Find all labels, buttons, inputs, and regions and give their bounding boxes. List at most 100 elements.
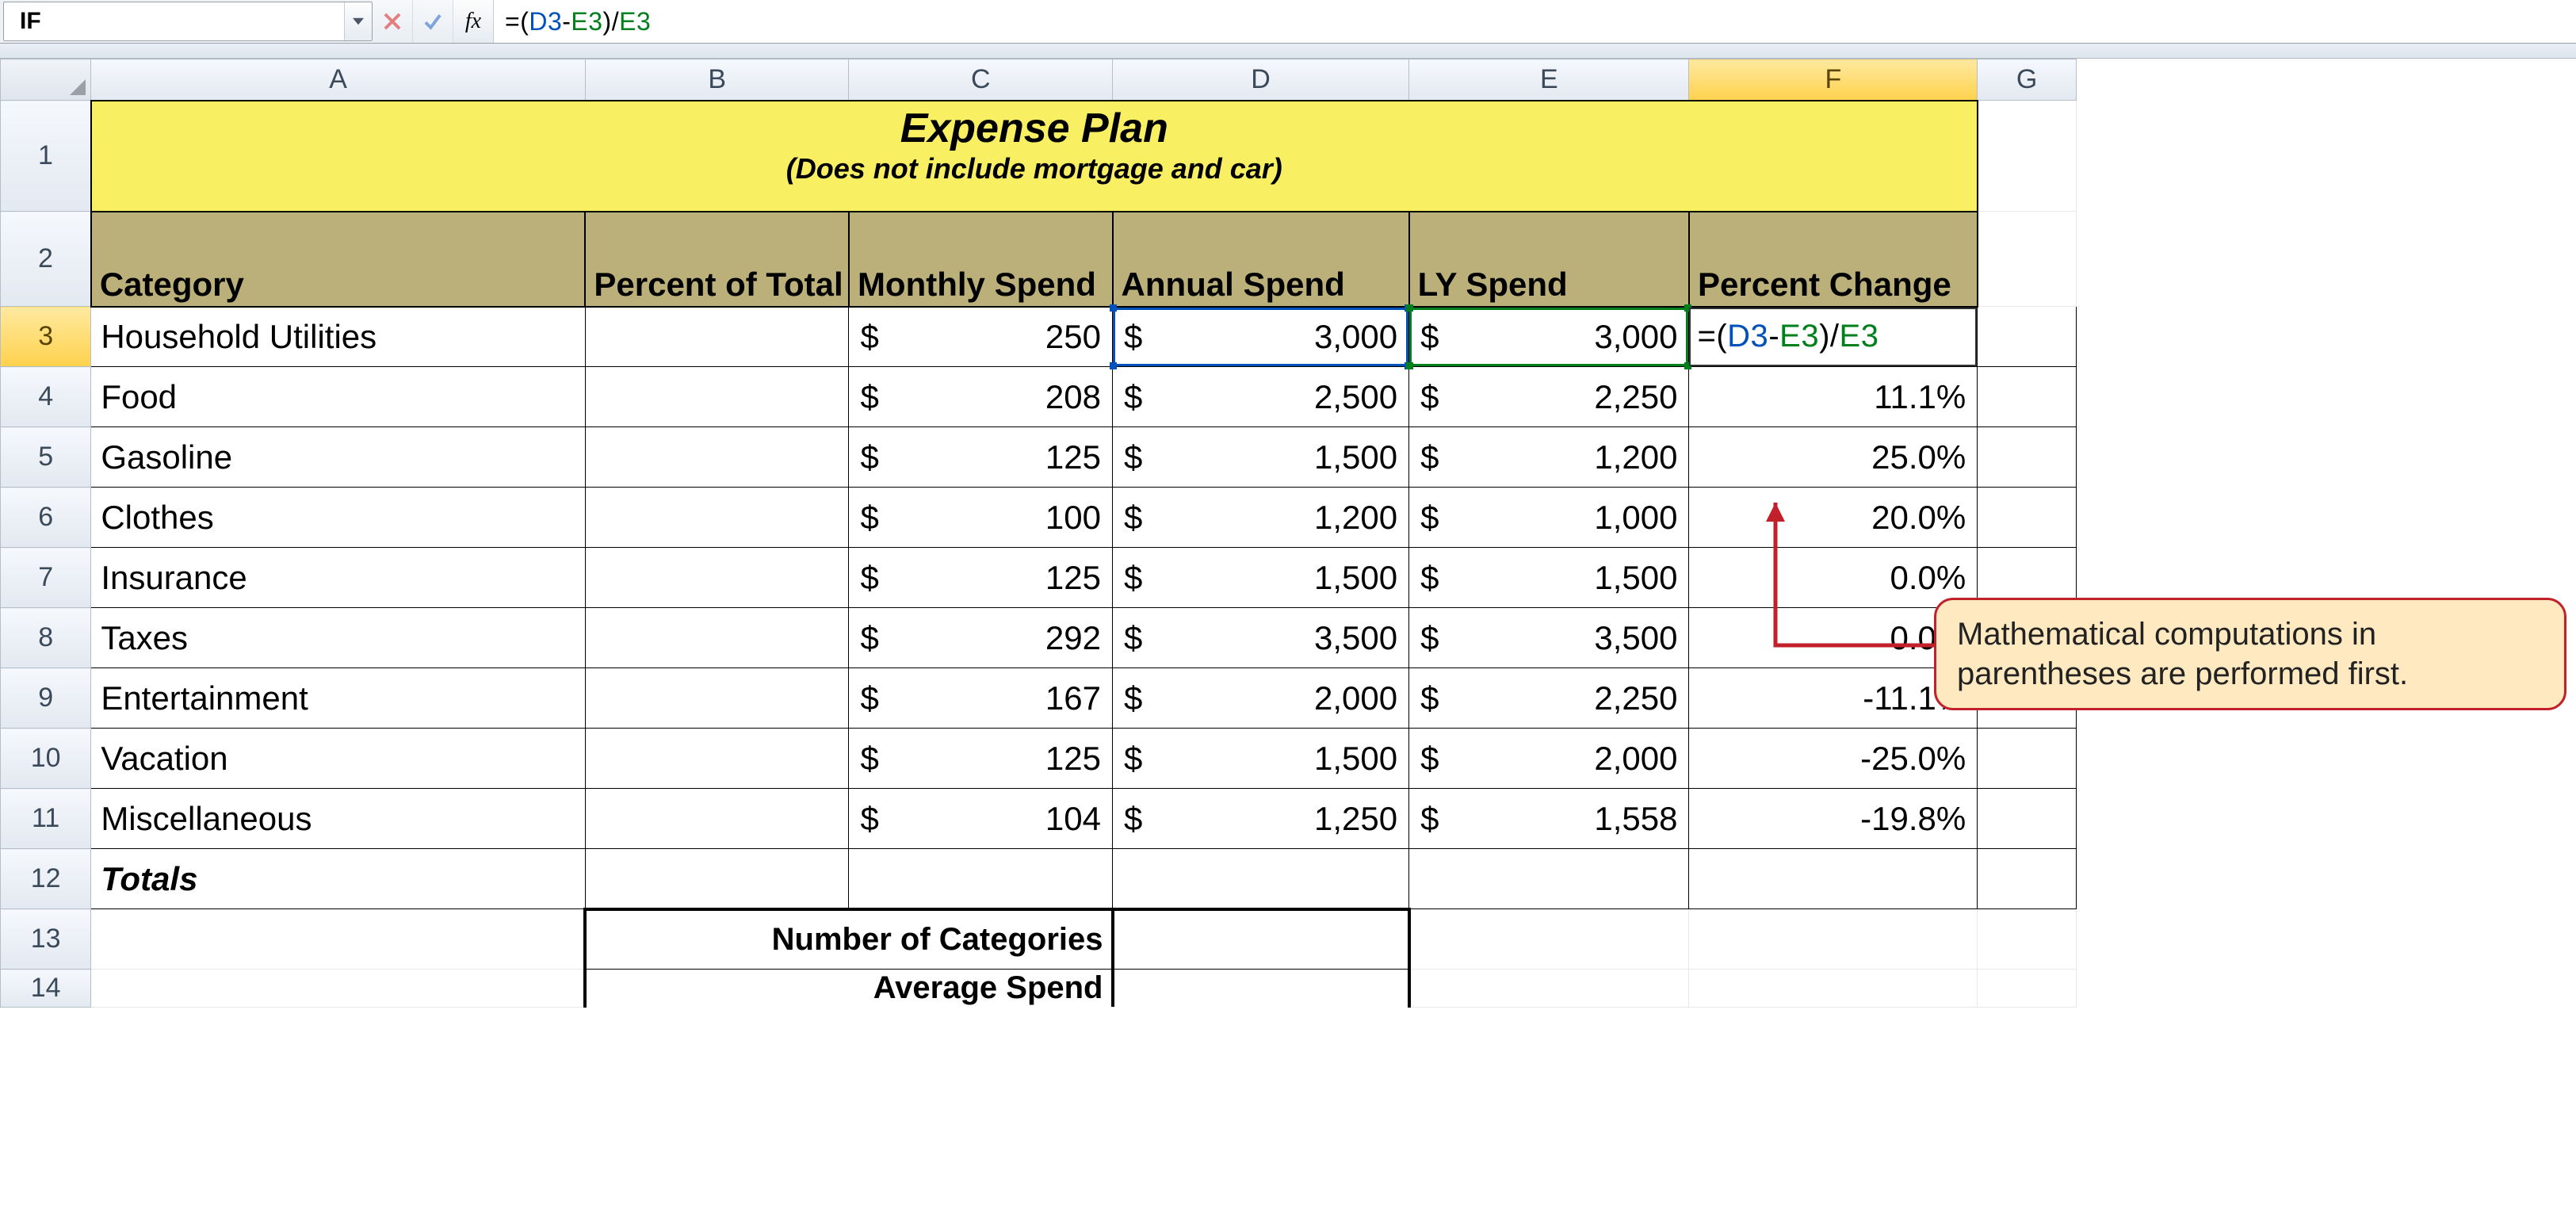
cell-F3[interactable]: =(D3-E3)/E3 [1689,307,1978,367]
header-percent-of-total[interactable]: Percent of Total [585,212,849,307]
cell-B10[interactable] [585,729,849,789]
cell-C6[interactable]: $100 [849,488,1113,548]
cell-A3[interactable]: Household Utilities [91,307,586,367]
cell-D8[interactable]: $3,500 [1113,608,1409,668]
cell-E4[interactable]: $2,250 [1409,367,1689,427]
col-header-D[interactable]: D [1113,59,1409,101]
cell-G14[interactable] [1978,970,2077,1008]
header-ly-spend[interactable]: LY Spend [1409,212,1689,307]
cell-F6[interactable]: 20.0% [1689,488,1978,548]
cell-G4[interactable] [1978,367,2077,427]
cell-E12[interactable] [1409,849,1689,909]
cell-A13[interactable] [91,909,586,970]
cell-D9[interactable]: $2,000 [1113,668,1409,729]
cell-A12[interactable]: Totals [91,849,586,909]
row-header-6[interactable]: 6 [1,488,91,548]
label-average-spend[interactable]: Average Spend [585,970,1112,1008]
row-header-11[interactable]: 11 [1,789,91,849]
cell-C10[interactable]: $125 [849,729,1113,789]
header-percent-change[interactable]: Percent Change [1689,212,1978,307]
name-box[interactable]: IF [3,2,373,41]
cell-D5[interactable]: $1,500 [1113,427,1409,488]
cell-C3[interactable]: $250 [849,307,1113,367]
value-average-spend[interactable] [1113,970,1409,1008]
cell-A11[interactable]: Miscellaneous [91,789,586,849]
cell-D4[interactable]: $2,500 [1113,367,1409,427]
cell-F10[interactable]: -25.0% [1689,729,1978,789]
cell-A7[interactable]: Insurance [91,548,586,608]
cell-C5[interactable]: $125 [849,427,1113,488]
cell-E8[interactable]: $3,500 [1409,608,1689,668]
col-header-E[interactable]: E [1409,59,1689,101]
header-monthly-spend[interactable]: Monthly Spend [849,212,1113,307]
cell-B5[interactable] [585,427,849,488]
cell-D6[interactable]: $1,200 [1113,488,1409,548]
col-header-G[interactable]: G [1978,59,2077,101]
cell-B12[interactable] [585,849,849,909]
cell-G1[interactable] [1978,101,2077,212]
cell-B4[interactable] [585,367,849,427]
cell-G10[interactable] [1978,729,2077,789]
cell-G5[interactable] [1978,427,2077,488]
label-number-of-categories[interactable]: Number of Categories [585,909,1112,970]
row-header-13[interactable]: 13 [1,909,91,970]
cell-C9[interactable]: $167 [849,668,1113,729]
cell-G3[interactable] [1978,307,2077,367]
cell-B6[interactable] [585,488,849,548]
cell-C7[interactable]: $125 [849,548,1113,608]
cell-A9[interactable]: Entertainment [91,668,586,729]
name-box-value[interactable]: IF [4,8,344,35]
cancel-formula-button[interactable] [373,0,413,43]
cell-A14[interactable] [91,970,586,1008]
cell-G2[interactable] [1978,212,2077,307]
row-header-3[interactable]: 3 [1,307,91,367]
row-header-10[interactable]: 10 [1,729,91,789]
cell-F13[interactable] [1689,909,1978,970]
formula-input[interactable]: =(D3-E3)/E3 [494,0,2576,43]
title-cell[interactable]: Expense Plan (Does not include mortgage … [91,101,1978,212]
name-box-dropdown[interactable] [344,2,372,40]
col-header-B[interactable]: B [585,59,849,101]
cell-G6[interactable] [1978,488,2077,548]
cell-C4[interactable]: $208 [849,367,1113,427]
row-header-1[interactable]: 1 [1,101,91,212]
cell-A8[interactable]: Taxes [91,608,586,668]
cell-D12[interactable] [1113,849,1409,909]
cell-A5[interactable]: Gasoline [91,427,586,488]
header-category[interactable]: Category [91,212,586,307]
worksheet[interactable]: A B C D E F G 1 Expense Plan (Does not i… [0,59,2576,1224]
cell-E14[interactable] [1409,970,1689,1008]
row-header-4[interactable]: 4 [1,367,91,427]
cell-F14[interactable] [1689,970,1978,1008]
cell-F7[interactable]: 0.0% [1689,548,1978,608]
cell-E7[interactable]: $1,500 [1409,548,1689,608]
cell-G11[interactable] [1978,789,2077,849]
col-header-A[interactable]: A [91,59,586,101]
insert-function-button[interactable]: fx [453,0,494,43]
cell-E11[interactable]: $1,558 [1409,789,1689,849]
row-header-12[interactable]: 12 [1,849,91,909]
cell-F5[interactable]: 25.0% [1689,427,1978,488]
cell-E6[interactable]: $1,000 [1409,488,1689,548]
cell-B7[interactable] [585,548,849,608]
cell-D3[interactable]: $3,000 [1113,307,1409,367]
row-header-14[interactable]: 14 [1,970,91,1008]
row-header-5[interactable]: 5 [1,427,91,488]
cell-E10[interactable]: $2,000 [1409,729,1689,789]
cell-E3[interactable]: $3,000 [1409,307,1689,367]
cell-A10[interactable]: Vacation [91,729,586,789]
row-header-9[interactable]: 9 [1,668,91,729]
cell-F4[interactable]: 11.1% [1689,367,1978,427]
cell-A6[interactable]: Clothes [91,488,586,548]
col-header-F[interactable]: F [1689,59,1978,101]
cell-F11[interactable]: -19.8% [1689,789,1978,849]
cell-G12[interactable] [1978,849,2077,909]
row-header-2[interactable]: 2 [1,212,91,307]
select-all-corner[interactable] [1,59,91,101]
cell-C11[interactable]: $104 [849,789,1113,849]
cell-E5[interactable]: $1,200 [1409,427,1689,488]
cell-B8[interactable] [585,608,849,668]
row-header-7[interactable]: 7 [1,548,91,608]
row-header-8[interactable]: 8 [1,608,91,668]
cell-F12[interactable] [1689,849,1978,909]
